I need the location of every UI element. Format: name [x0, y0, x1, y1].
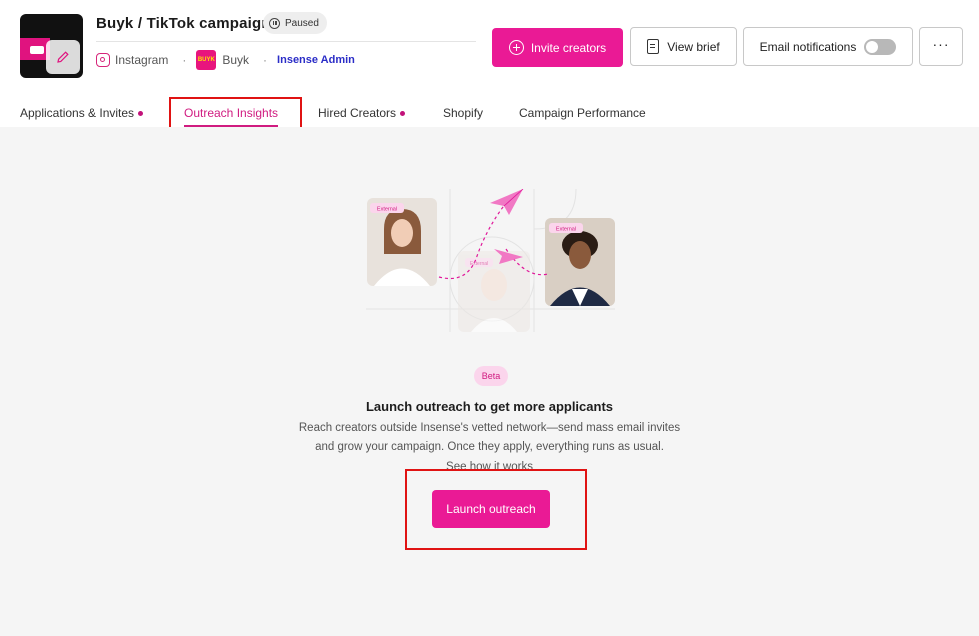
meta-separator: ·	[182, 53, 187, 67]
notification-dot	[138, 110, 144, 116]
svg-text:External: External	[377, 207, 397, 213]
tab-applications-invites[interactable]: Applications & Invites	[20, 106, 144, 120]
tab-label: Hired Creators	[318, 106, 397, 120]
outreach-panel: External External External Beta Launch o…	[0, 127, 979, 636]
instagram-icon	[96, 53, 110, 67]
document-icon	[647, 39, 660, 54]
highlight-launch-button	[405, 469, 587, 550]
view-brief-button[interactable]: View brief	[630, 27, 737, 66]
outreach-heading: Launch outreach to get more applicants	[365, 399, 614, 414]
creator-card-center: External	[458, 251, 530, 332]
tab-campaign-performance[interactable]: Campaign Performance	[519, 106, 646, 120]
campaign-meta: Instagram · BUYK Buyk · Insense Admin	[96, 49, 355, 71]
creator-card-left: External	[367, 198, 437, 286]
campaign-thumbnail[interactable]	[20, 14, 83, 78]
outreach-description-line2: and grow your campaign. Once they apply,…	[315, 441, 664, 453]
status-badge: Paused	[263, 12, 327, 34]
email-notifications-toggle[interactable]	[864, 38, 897, 55]
title-divider	[96, 41, 476, 42]
platform-label: Instagram	[115, 53, 169, 67]
tab-label: Applications & Invites	[20, 106, 135, 120]
creator-card-right: External	[545, 218, 615, 306]
status-label: Paused	[285, 17, 319, 29]
notification-dot	[400, 110, 406, 116]
outreach-description-line1: Reach creators outside Insense's vetted …	[298, 422, 681, 434]
tab-shopify[interactable]: Shopify	[443, 106, 483, 120]
email-notifications-label: Email notifications	[759, 39, 857, 54]
tab-label: Shopify	[443, 106, 484, 120]
pause-icon	[269, 17, 280, 29]
thumbnail-detail	[30, 46, 44, 54]
campaign-header: Buyk / TikTok campaign Paused Instagram …	[0, 0, 979, 127]
svg-text:External: External	[556, 227, 576, 233]
tab-label: Campaign Performance	[519, 106, 646, 120]
plus-circle-icon	[508, 40, 524, 55]
outreach-illustration: External External External	[366, 189, 615, 332]
invite-creators-label: Invite creators	[530, 40, 607, 55]
tab-hired-creators[interactable]: Hired Creators	[318, 106, 406, 120]
edit-thumbnail-button[interactable]	[46, 40, 80, 74]
more-button[interactable]: ···	[919, 27, 963, 66]
email-notifications-control: Email notifications	[743, 27, 913, 66]
brand-label: Buyk	[222, 53, 250, 67]
admin-link[interactable]: Insense Admin	[277, 54, 355, 66]
view-brief-label: View brief	[667, 39, 720, 54]
beta-badge: Beta	[474, 366, 508, 386]
campaign-tabs: Applications & Invites Outreach Insights…	[0, 100, 979, 127]
more-icon: ···	[932, 35, 950, 52]
invite-creators-button[interactable]: Invite creators	[492, 28, 623, 67]
meta-separator: ·	[263, 53, 268, 67]
brand-logo: BUYK	[196, 50, 217, 70]
pencil-icon	[57, 51, 69, 63]
campaign-title: Buyk / TikTok campaign	[96, 15, 271, 32]
